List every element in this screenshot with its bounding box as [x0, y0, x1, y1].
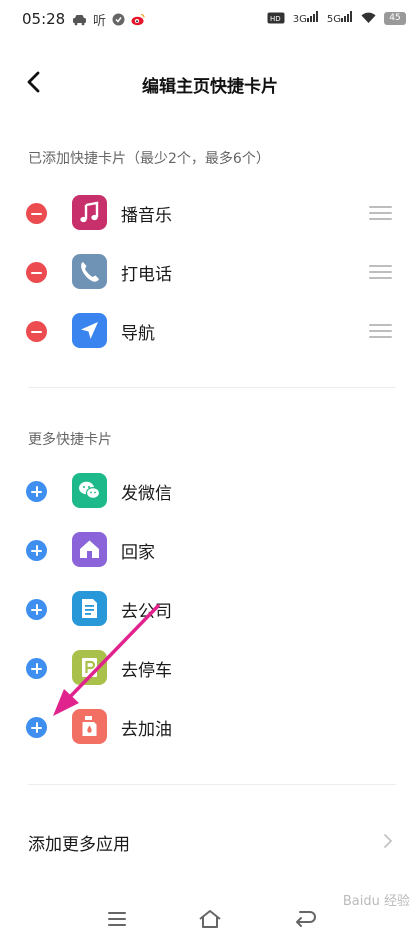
listen-badge: 听: [93, 14, 107, 29]
home-button[interactable]: [197, 906, 223, 932]
more-item-fuel: 去加油: [0, 703, 420, 751]
fuel-icon: [72, 709, 107, 744]
chevron-right-icon: [384, 834, 393, 848]
item-label: 去公司: [121, 602, 172, 622]
added-item-phone: 打电话: [0, 248, 420, 296]
document-icon: [72, 591, 107, 626]
watermark: Baidu 经验: [342, 894, 410, 909]
back-nav-button[interactable]: [292, 906, 318, 932]
added-item-navigation: 导航: [0, 307, 420, 355]
phone-icon: [72, 254, 107, 289]
status-left-icons: 听: [72, 10, 145, 29]
added-section-label: 已添加快捷卡片（最少2个，最多6个）: [28, 151, 270, 167]
drag-handle-icon[interactable]: [369, 324, 392, 338]
return-icon: [296, 911, 316, 927]
menu-button[interactable]: [104, 906, 130, 932]
item-label: 发微信: [121, 484, 172, 504]
wechat-icon: [72, 473, 107, 508]
home-icon: [72, 532, 107, 567]
add-button[interactable]: [26, 658, 47, 679]
status-time: 05:28: [22, 10, 66, 28]
more-item-company: 去公司: [0, 585, 420, 633]
network-5g: 5G: [327, 11, 353, 25]
item-label: 去加油: [121, 720, 172, 740]
parking-icon: [72, 650, 107, 685]
drag-handle-icon[interactable]: [369, 265, 392, 279]
added-item-music: 播音乐: [0, 189, 420, 237]
page-title: 编辑主页快捷卡片: [142, 77, 278, 97]
more-item-home: 回家: [0, 526, 420, 574]
remove-button[interactable]: [26, 262, 47, 283]
drag-handle-icon[interactable]: [369, 206, 392, 220]
status-right-icons: HD 3G 5G 45: [267, 11, 406, 25]
status-bar: 05:28 听 HD 3G 5G 45: [0, 0, 420, 40]
wifi-icon: [361, 12, 376, 23]
more-item-parking: 去停车: [0, 644, 420, 692]
add-button[interactable]: [26, 599, 47, 620]
remove-button[interactable]: [26, 203, 47, 224]
more-section-label: 更多快捷卡片: [28, 432, 112, 448]
remove-button[interactable]: [26, 321, 47, 342]
navigation-icon: [72, 313, 107, 348]
item-label: 导航: [121, 324, 155, 344]
svg-text:HD: HD: [270, 15, 281, 23]
item-label: 回家: [121, 543, 155, 563]
add-button[interactable]: [26, 481, 47, 502]
add-more-apps-label: 添加更多应用: [28, 835, 130, 855]
car-icon: [73, 14, 86, 25]
hd-icon: HD: [267, 12, 285, 24]
add-button[interactable]: [26, 540, 47, 561]
add-more-apps-row[interactable]: 添加更多应用: [0, 818, 420, 866]
weibo-icon: [131, 13, 145, 26]
section-divider: [28, 784, 396, 785]
item-label: 播音乐: [121, 206, 172, 226]
network-3g: 3G: [293, 11, 319, 25]
notification-icon: [112, 13, 125, 26]
menu-icon: [108, 912, 126, 926]
section-divider: [28, 387, 396, 388]
music-note-icon: [72, 195, 107, 230]
header: 编辑主页快捷卡片: [0, 60, 420, 106]
more-item-wechat: 发微信: [0, 467, 420, 515]
home-outline-icon: [199, 910, 221, 928]
add-button[interactable]: [26, 717, 47, 738]
battery-icon: 45: [384, 11, 406, 25]
item-label: 打电话: [121, 265, 172, 285]
item-label: 去停车: [121, 661, 172, 681]
